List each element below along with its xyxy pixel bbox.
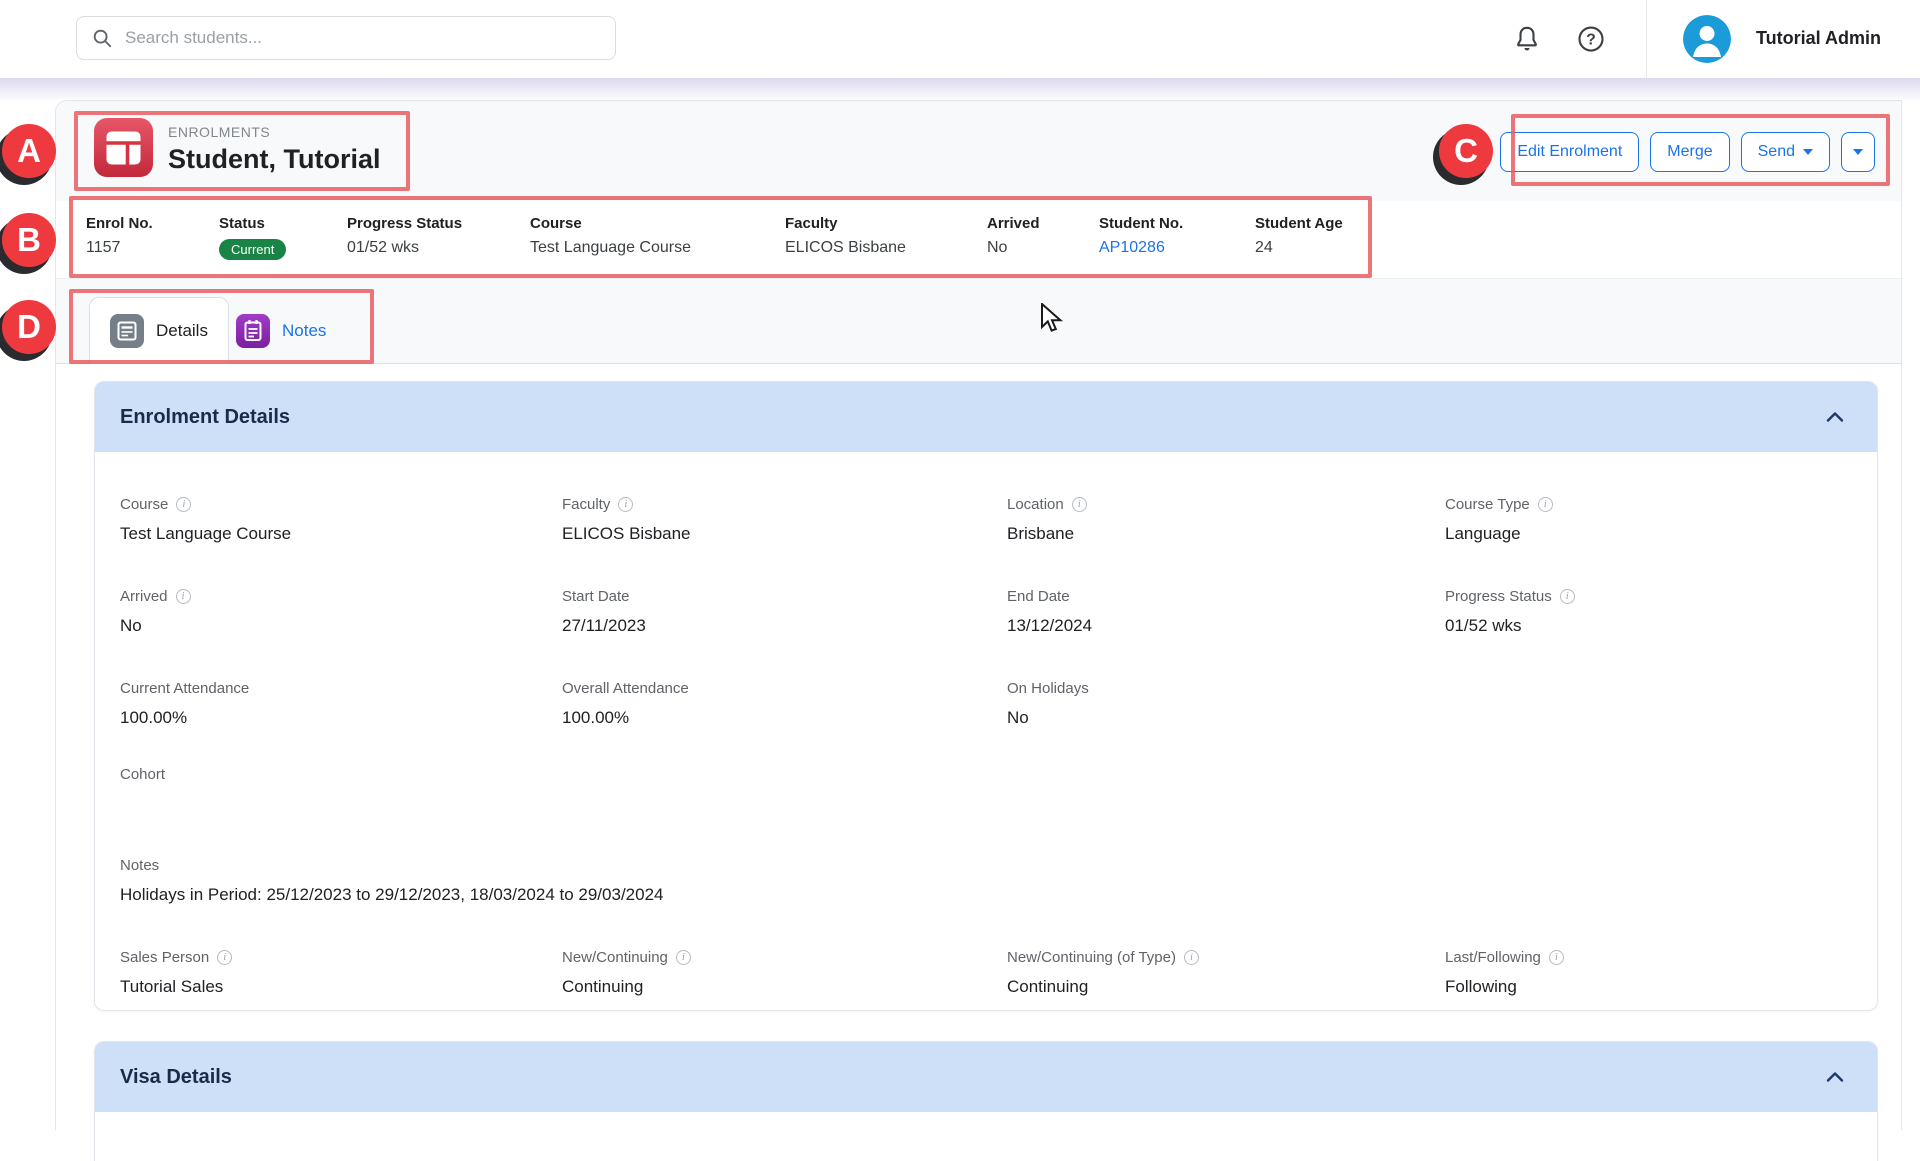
send-button-label: Send bbox=[1758, 143, 1795, 161]
page-title: Student, Tutorial bbox=[168, 144, 380, 175]
chevron-down-icon bbox=[1853, 149, 1863, 155]
visa-details-header[interactable]: Visa Details bbox=[95, 1042, 1877, 1112]
module-label: ENROLMENTS bbox=[168, 124, 270, 140]
summary-student-no: Student No. AP10286 bbox=[1099, 215, 1183, 257]
enrolment-details-card: Enrolment Details Coursei Test Language … bbox=[94, 381, 1878, 1011]
summary-faculty: Faculty ELICOS Bisbane bbox=[785, 215, 906, 257]
edit-enrolment-button[interactable]: Edit Enrolment bbox=[1500, 132, 1639, 172]
tab-details[interactable]: Details bbox=[89, 297, 229, 364]
top-bar: Search students... ? Tutorial Admin bbox=[0, 0, 1920, 78]
tab-bar: Details Notes bbox=[56, 279, 1901, 364]
user-avatar-icon[interactable] bbox=[1683, 15, 1731, 63]
info-icon[interactable]: i bbox=[1184, 950, 1199, 965]
send-button[interactable]: Send bbox=[1741, 132, 1830, 172]
annotation-label-a: A bbox=[2, 124, 56, 178]
field-new-continuing-of-type: New/Continuing (of Type)i Continuing bbox=[1007, 949, 1445, 997]
field-sales-person: Sales Personi Tutorial Sales bbox=[120, 949, 562, 997]
info-icon[interactable]: i bbox=[1072, 497, 1087, 512]
field-new-continuing: New/Continuingi Continuing bbox=[562, 949, 1007, 997]
summary-student-age: Student Age 24 bbox=[1255, 215, 1343, 257]
search-placeholder: Search students... bbox=[125, 28, 262, 48]
field-end-date: End Date 13/12/2024 bbox=[1007, 588, 1445, 636]
field-on-holidays: On Holidays No bbox=[1007, 680, 1445, 728]
field-cohort: Cohort bbox=[120, 766, 1852, 814]
help-icon[interactable]: ? bbox=[1576, 24, 1606, 54]
field-course-type: Course Typei Language bbox=[1445, 496, 1852, 544]
tab-notes-label: Notes bbox=[282, 321, 326, 341]
annotation-label-b: B bbox=[2, 213, 56, 267]
chevron-up-icon bbox=[1824, 406, 1846, 428]
merge-button[interactable]: Merge bbox=[1650, 132, 1729, 172]
field-empty bbox=[1445, 680, 1852, 728]
info-icon[interactable]: i bbox=[676, 950, 691, 965]
student-no-link[interactable]: AP10286 bbox=[1099, 239, 1165, 256]
summary-progress-status: Progress Status 01/52 wks bbox=[347, 215, 462, 257]
info-icon[interactable]: i bbox=[176, 589, 191, 604]
field-start-date: Start Date 27/11/2023 bbox=[562, 588, 1007, 636]
enrolment-details-title: Enrolment Details bbox=[120, 406, 290, 429]
search-icon bbox=[91, 27, 113, 49]
summary-course: Course Test Language Course bbox=[530, 215, 691, 257]
header-actions: Edit Enrolment Merge Send bbox=[1500, 132, 1875, 172]
field-notes: Notes Holidays in Period: 25/12/2023 to … bbox=[120, 857, 1852, 905]
info-icon[interactable]: i bbox=[1549, 950, 1564, 965]
field-current-attendance: Current Attendance 100.00% bbox=[120, 680, 562, 728]
enrolment-page: ENROLMENTS Student, Tutorial Edit Enrolm… bbox=[55, 100, 1902, 1130]
field-progress-status: Progress Statusi 01/52 wks bbox=[1445, 588, 1852, 636]
topbar-shadow bbox=[0, 78, 1920, 102]
notes-tab-icon bbox=[236, 314, 270, 348]
chevron-up-icon bbox=[1824, 1066, 1846, 1088]
visa-details-card: Visa Details bbox=[94, 1041, 1878, 1161]
summary-enrol-no: Enrol No. 1157 bbox=[86, 215, 153, 257]
chevron-down-icon bbox=[1803, 149, 1813, 155]
bell-icon[interactable] bbox=[1512, 24, 1542, 54]
collapse-enrolment-details-button[interactable] bbox=[1821, 403, 1849, 431]
field-faculty: Facultyi ELICOS Bisbane bbox=[562, 496, 1007, 544]
svg-text:?: ? bbox=[1586, 32, 1596, 49]
field-course: Coursei Test Language Course bbox=[120, 496, 562, 544]
info-icon[interactable]: i bbox=[1560, 589, 1575, 604]
details-tab-panel: Enrolment Details Coursei Test Language … bbox=[56, 364, 1901, 1130]
details-tab-icon bbox=[110, 314, 144, 348]
topbar-divider bbox=[1646, 0, 1647, 78]
field-overall-attendance: Overall Attendance 100.00% bbox=[562, 680, 1007, 728]
enrolment-details-body: Coursei Test Language Course Facultyi EL… bbox=[95, 452, 1877, 1027]
field-location: Locationi Brisbane bbox=[1007, 496, 1445, 544]
annotation-label-d: D bbox=[2, 300, 56, 354]
more-actions-button[interactable] bbox=[1841, 132, 1875, 172]
field-arrived: Arrivedi No bbox=[120, 588, 562, 636]
summary-arrived: Arrived No bbox=[987, 215, 1040, 257]
info-icon[interactable]: i bbox=[618, 497, 633, 512]
summary-status: Status Current bbox=[219, 215, 286, 260]
search-input[interactable]: Search students... bbox=[76, 16, 616, 60]
tab-notes[interactable]: Notes bbox=[216, 297, 346, 364]
visa-details-title: Visa Details bbox=[120, 1066, 232, 1089]
info-icon[interactable]: i bbox=[1538, 497, 1553, 512]
enrolment-summary-bar: Enrol No. 1157 Status Current Progress S… bbox=[56, 201, 1901, 279]
collapse-visa-details-button[interactable] bbox=[1821, 1063, 1849, 1091]
field-last-following: Last/Followingi Following bbox=[1445, 949, 1852, 997]
enrolment-details-header[interactable]: Enrolment Details bbox=[95, 382, 1877, 452]
info-icon[interactable]: i bbox=[176, 497, 191, 512]
enrolments-module-icon bbox=[94, 118, 153, 177]
info-icon[interactable]: i bbox=[217, 950, 232, 965]
status-badge: Current bbox=[219, 239, 286, 260]
user-name[interactable]: Tutorial Admin bbox=[1756, 28, 1881, 49]
page-header: ENROLMENTS Student, Tutorial Edit Enrolm… bbox=[56, 101, 1901, 201]
tab-details-label: Details bbox=[156, 321, 208, 341]
